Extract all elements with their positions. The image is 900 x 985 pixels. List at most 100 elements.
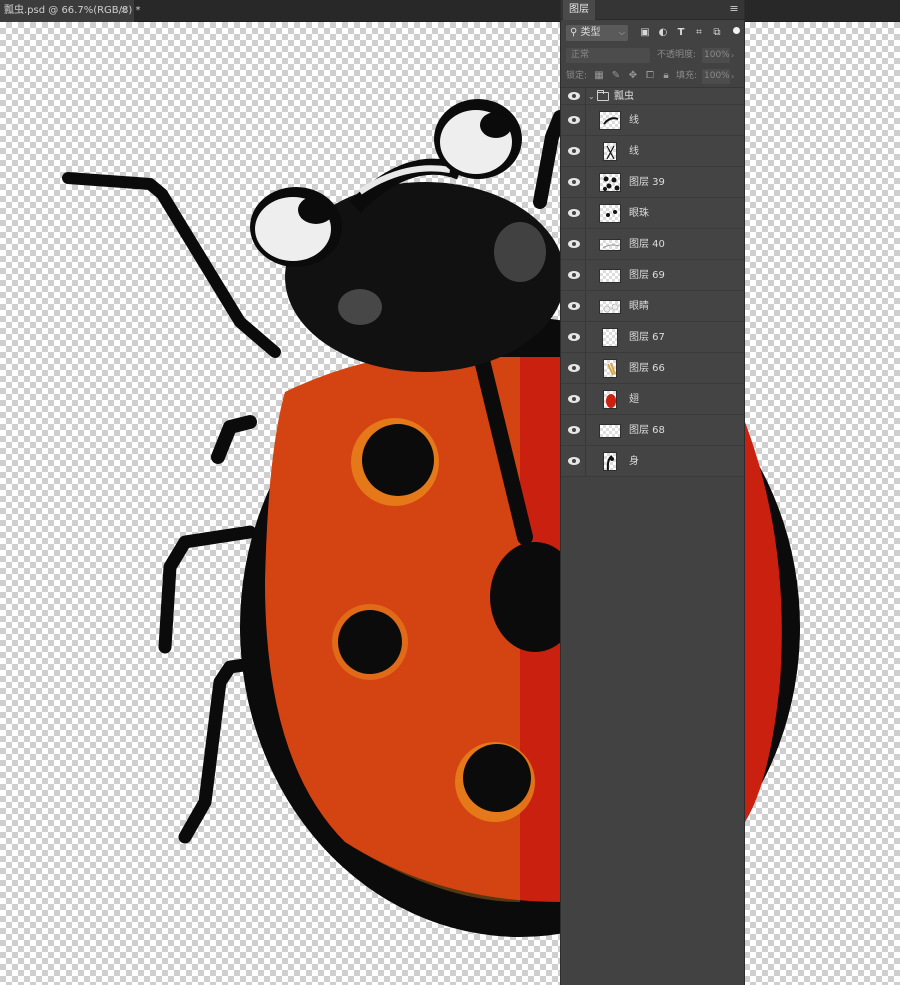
- layer-row[interactable]: 线: [561, 105, 744, 136]
- opacity-label: 不透明度:: [657, 50, 697, 60]
- visibility-eye-icon[interactable]: [568, 395, 580, 403]
- layer-name: 瓢虫: [614, 91, 634, 102]
- layer-row[interactable]: 图层 69: [561, 260, 744, 291]
- layer-name: 翅: [629, 394, 639, 405]
- layers-tab[interactable]: 图层: [563, 0, 595, 20]
- layer-row[interactable]: 图层 67: [561, 322, 744, 353]
- canvas[interactable]: [0, 22, 900, 985]
- visibility-eye-icon[interactable]: [568, 147, 580, 155]
- smart-object-filter-icon[interactable]: ⧉: [711, 27, 723, 39]
- visibility-eye-icon[interactable]: [568, 209, 580, 217]
- fill-label: 填充:: [676, 71, 698, 81]
- folder-icon: [597, 90, 609, 101]
- divider: [585, 88, 586, 104]
- divider: [585, 322, 586, 352]
- layer-name: 线: [629, 146, 639, 157]
- layer-name: 图层 66: [629, 363, 665, 374]
- divider: [585, 291, 586, 321]
- layer-group-row[interactable]: ⌄ 瓢虫: [561, 88, 744, 105]
- layer-name: 图层 69: [629, 270, 665, 281]
- layer-thumbnail: [603, 390, 617, 409]
- layer-thumbnail: [603, 452, 617, 471]
- visibility-eye-icon[interactable]: [568, 271, 580, 279]
- opacity-chevron-icon[interactable]: ›: [731, 48, 741, 63]
- fill-input[interactable]: 100%: [702, 69, 730, 84]
- layer-thumbnail: [602, 328, 618, 347]
- filter-kind-select[interactable]: ⚲ 类型 ⌵: [566, 25, 628, 41]
- search-icon: ⚲: [570, 27, 578, 38]
- lock-transparent-icon[interactable]: ▦: [593, 70, 605, 82]
- image-filter-icon[interactable]: ▣: [639, 27, 651, 39]
- layer-row[interactable]: 图层 68: [561, 415, 744, 446]
- chevron-down-icon[interactable]: ⌄: [588, 88, 595, 105]
- layer-name: 眼珠: [629, 208, 649, 219]
- lock-row: 锁定: ▦ ✎ ✥ ⧠ 🔒︎ 填充: 100% ›: [561, 66, 744, 88]
- divider: [585, 260, 586, 290]
- visibility-eye-icon[interactable]: [568, 364, 580, 372]
- shape-filter-icon[interactable]: ⌗: [693, 27, 705, 39]
- lock-artboard-icon[interactable]: ⧠: [644, 70, 656, 82]
- layer-list: ⌄ 瓢虫 线 线 图层 39 眼珠 图层 40 图层 69 眼睛 图层 67 图…: [561, 88, 744, 477]
- opacity-input[interactable]: 100%: [702, 48, 730, 63]
- layer-name: 图层 40: [629, 239, 665, 250]
- ladybug-artwork: [62, 99, 800, 937]
- divider: [585, 353, 586, 383]
- close-tab-icon[interactable]: ×: [120, 0, 128, 22]
- layers-panel: 图层 ≡ ⚲ 类型 ⌵ ▣ ◐ T ⌗ ⧉ 正常 不透明度: 100% › 锁定…: [560, 0, 745, 985]
- layer-row[interactable]: 图层 66: [561, 353, 744, 384]
- layer-row[interactable]: 眼珠: [561, 198, 744, 229]
- adjustment-filter-icon[interactable]: ◐: [657, 27, 669, 39]
- layer-thumbnail: [599, 204, 621, 223]
- layer-name: 图层 68: [629, 425, 665, 436]
- panel-menu-icon[interactable]: ≡: [728, 3, 740, 15]
- layer-row[interactable]: 图层 40: [561, 229, 744, 260]
- divider: [585, 229, 586, 259]
- type-filter-icon[interactable]: T: [675, 27, 687, 39]
- divider: [585, 446, 586, 476]
- visibility-eye-icon[interactable]: [568, 426, 580, 434]
- fill-chevron-icon[interactable]: ›: [731, 69, 741, 84]
- divider: [585, 105, 586, 135]
- lock-image-icon[interactable]: ✎: [610, 70, 622, 82]
- layer-row[interactable]: 线: [561, 136, 744, 167]
- chevron-down-icon: ⌵: [618, 28, 625, 37]
- layer-thumbnail: [599, 111, 621, 130]
- layer-row[interactable]: 翅: [561, 384, 744, 415]
- visibility-eye-icon[interactable]: [568, 457, 580, 465]
- divider: [585, 415, 586, 445]
- visibility-eye-icon[interactable]: [568, 333, 580, 341]
- divider: [585, 198, 586, 228]
- layer-thumbnail: [599, 173, 621, 192]
- layer-name: 眼睛: [629, 301, 649, 312]
- layer-thumbnail: [603, 142, 617, 161]
- layers-panel-header: 图层 ≡: [561, 0, 744, 20]
- layer-thumbnail: [599, 424, 621, 438]
- lock-all-icon[interactable]: 🔒︎: [660, 70, 672, 82]
- divider: [585, 167, 586, 197]
- lock-label: 锁定:: [566, 71, 588, 81]
- layer-filter-row: ⚲ 类型 ⌵ ▣ ◐ T ⌗ ⧉: [561, 20, 744, 46]
- layer-thumbnail: [599, 300, 621, 314]
- blend-mode-select[interactable]: 正常: [566, 48, 650, 63]
- visibility-eye-icon[interactable]: [568, 302, 580, 310]
- layer-row[interactable]: 身: [561, 446, 744, 477]
- visibility-eye-icon[interactable]: [568, 178, 580, 186]
- document-tab[interactable]: 瓢虫.psd @ 66.7%(RGB/8) * ×: [0, 0, 140, 22]
- divider: [585, 384, 586, 414]
- layer-thumbnail: [599, 239, 621, 251]
- layer-name: 图层 67: [629, 332, 665, 343]
- layer-row[interactable]: 眼睛: [561, 291, 744, 322]
- visibility-eye-icon[interactable]: [568, 116, 580, 124]
- document-tab-bar: 瓢虫.psd @ 66.7%(RGB/8) * ×: [0, 0, 900, 22]
- visibility-eye-icon[interactable]: [568, 92, 580, 100]
- filter-toggle-icon[interactable]: [733, 27, 740, 34]
- layer-name: 线: [629, 115, 639, 126]
- layer-name: 身: [629, 456, 639, 467]
- lock-position-icon[interactable]: ✥: [627, 70, 639, 82]
- filter-kind-label: 类型: [580, 27, 601, 38]
- layer-row[interactable]: 图层 39: [561, 167, 744, 198]
- layer-thumbnail: [599, 269, 621, 283]
- layer-thumbnail: [603, 359, 617, 378]
- blend-row: 正常 不透明度: 100% ›: [561, 46, 744, 66]
- visibility-eye-icon[interactable]: [568, 240, 580, 248]
